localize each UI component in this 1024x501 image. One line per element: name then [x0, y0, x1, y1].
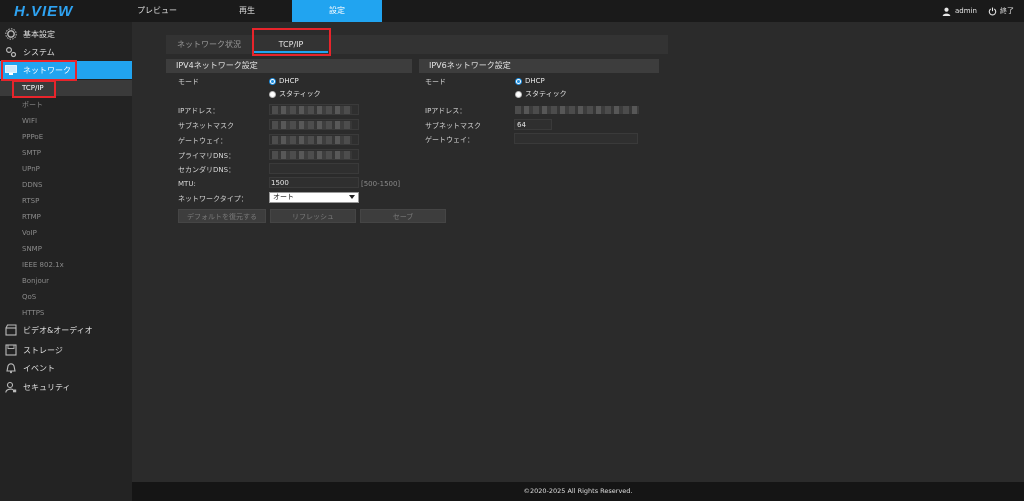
ipv6-gateway-input[interactable]: [514, 133, 638, 144]
sidebar-subitem-qos[interactable]: QoS: [0, 289, 132, 305]
redacted-value: [272, 106, 352, 114]
sidebar-subitem-upnp[interactable]: UPnP: [0, 161, 132, 177]
sidebar-label: イベント: [23, 363, 55, 373]
ipv4-header: IPV4ネットワーク設定: [166, 59, 412, 73]
ipv6-subnet-value: 64: [517, 121, 526, 129]
ipv4-mtu-label: MTU:: [178, 180, 196, 188]
tab-active-indicator: [254, 51, 328, 53]
radio-unselected-icon: [269, 90, 276, 98]
restore-default-button[interactable]: デフォルトを復元する: [178, 209, 266, 223]
ipv4-static-radio[interactable]: スタティック: [269, 89, 321, 99]
ipv6-subnet-label: サブネットマスク: [425, 122, 481, 130]
redacted-value: [272, 151, 352, 159]
ipv6-mode-label: モード: [425, 78, 446, 86]
top-bar: H.VIEW プレビュー 再生 設定 admin 終了: [0, 0, 1024, 22]
ipv4-mode-label: モード: [178, 78, 199, 86]
sidebar-label: ネットワーク: [23, 65, 71, 75]
user-menu[interactable]: admin: [942, 0, 977, 22]
nav-settings[interactable]: 設定: [292, 0, 382, 22]
sidebar-item-system[interactable]: システム: [0, 43, 132, 61]
sidebar-item-network[interactable]: ネットワーク: [0, 61, 132, 79]
ipv6-gateway-label: ゲートウェイ：: [425, 136, 474, 144]
footer: ©2020-2025 All Rights Reserved.: [132, 482, 1024, 501]
sidebar-item-storage[interactable]: ストレージ: [0, 341, 132, 359]
ipv6-header: IPV6ネットワーク設定: [419, 59, 659, 73]
network-type-select[interactable]: オート: [269, 192, 359, 203]
gear-icon: [5, 28, 17, 40]
gears-icon: [5, 46, 17, 58]
ipv4-dns1-label: プライマリDNS：: [178, 152, 236, 160]
radio-label: DHCP: [279, 77, 299, 85]
mtu-range: [500-1500]: [361, 180, 401, 188]
power-icon: [988, 7, 997, 15]
select-value: オート: [273, 193, 294, 201]
sidebar-subitem-bonjour[interactable]: Bonjour: [0, 273, 132, 289]
sidebar-subitem-wifi[interactable]: WIFI: [0, 113, 132, 129]
radio-label: DHCP: [525, 77, 545, 85]
sidebar-subitem-ddns[interactable]: DDNS: [0, 177, 132, 193]
logout-label: 終了: [1000, 7, 1014, 15]
tab-network-status[interactable]: ネットワーク状況: [166, 35, 252, 54]
redacted-value: [515, 106, 639, 114]
radio-selected-icon: [515, 77, 522, 85]
sidebar-label: 基本設定: [23, 29, 55, 39]
user-lock-icon: [5, 381, 17, 393]
radio-label: スタティック: [279, 90, 321, 98]
sidebar-label: システム: [23, 47, 55, 57]
mtu-value: 1500: [271, 179, 289, 187]
sidebar-item-basic[interactable]: 基本設定: [0, 25, 132, 43]
ipv6-ip-label: IPアドレス：: [425, 107, 467, 115]
network-icon: [5, 65, 17, 75]
clapper-icon: [5, 324, 17, 336]
ipv4-nettype-label: ネットワークタイプ：: [178, 195, 248, 203]
user-icon: [942, 7, 951, 16]
ipv6-static-radio[interactable]: スタティック: [515, 89, 567, 99]
ipv4-gateway-label: ゲートウェイ：: [178, 137, 227, 145]
refresh-button[interactable]: リフレッシュ: [270, 209, 356, 223]
ipv4-dns2-label: セカンダリDNS：: [178, 166, 236, 174]
sidebar-label: ストレージ: [23, 345, 63, 355]
bell-icon: [6, 363, 16, 374]
redacted-value: [272, 121, 352, 129]
ipv4-dhcp-radio[interactable]: DHCP: [269, 77, 299, 85]
radio-selected-icon: [269, 77, 276, 85]
sidebar-subitem-tcpip[interactable]: TCP/IP: [0, 80, 132, 96]
disk-icon: [5, 344, 17, 356]
ipv4-subnet-label: サブネットマスク: [178, 122, 234, 130]
sidebar-subitem-rtsp[interactable]: RTSP: [0, 193, 132, 209]
nav-playback[interactable]: 再生: [212, 0, 282, 22]
radio-label: スタティック: [525, 90, 567, 98]
sidebar-subitem-snmp[interactable]: SNMP: [0, 241, 132, 257]
sidebar-subitem-https[interactable]: HTTPS: [0, 305, 132, 321]
sidebar-subitem-rtmp[interactable]: RTMP: [0, 209, 132, 225]
chevron-down-icon: [349, 195, 355, 199]
ipv4-dns2-input[interactable]: [269, 163, 359, 174]
logout-button[interactable]: 終了: [988, 0, 1014, 22]
nav-preview[interactable]: プレビュー: [132, 0, 182, 22]
sidebar-label: セキュリティ: [23, 382, 71, 392]
sidebar-subitem-port[interactable]: ポート: [0, 97, 132, 113]
logo: H.VIEW: [14, 3, 74, 20]
sidebar-label: ビデオ&オーディオ: [23, 325, 93, 335]
sidebar-subitem-pppoe[interactable]: PPPoE: [0, 129, 132, 145]
sidebar-subitem-ieee8021x[interactable]: IEEE 802.1x: [0, 257, 132, 273]
redacted-value: [272, 136, 352, 144]
sidebar-subitem-smtp[interactable]: SMTP: [0, 145, 132, 161]
ipv6-dhcp-radio[interactable]: DHCP: [515, 77, 545, 85]
sidebar: 基本設定 システム ネットワーク TCP/IP ポート WIFI PPPoE SMTP U…: [0, 22, 132, 501]
sidebar-item-event[interactable]: イベント: [0, 359, 132, 377]
ipv4-ip-label: IPアドレス：: [178, 107, 220, 115]
sidebar-subitem-voip[interactable]: VoIP: [0, 225, 132, 241]
username: admin: [955, 7, 977, 15]
save-button[interactable]: セーブ: [360, 209, 446, 223]
tab-bar: ネットワーク状況 TCP/IP: [166, 35, 668, 54]
sidebar-item-video-audio[interactable]: ビデオ&オーディオ: [0, 321, 132, 339]
sidebar-item-security[interactable]: セキュリティ: [0, 378, 132, 396]
radio-unselected-icon: [515, 90, 522, 98]
